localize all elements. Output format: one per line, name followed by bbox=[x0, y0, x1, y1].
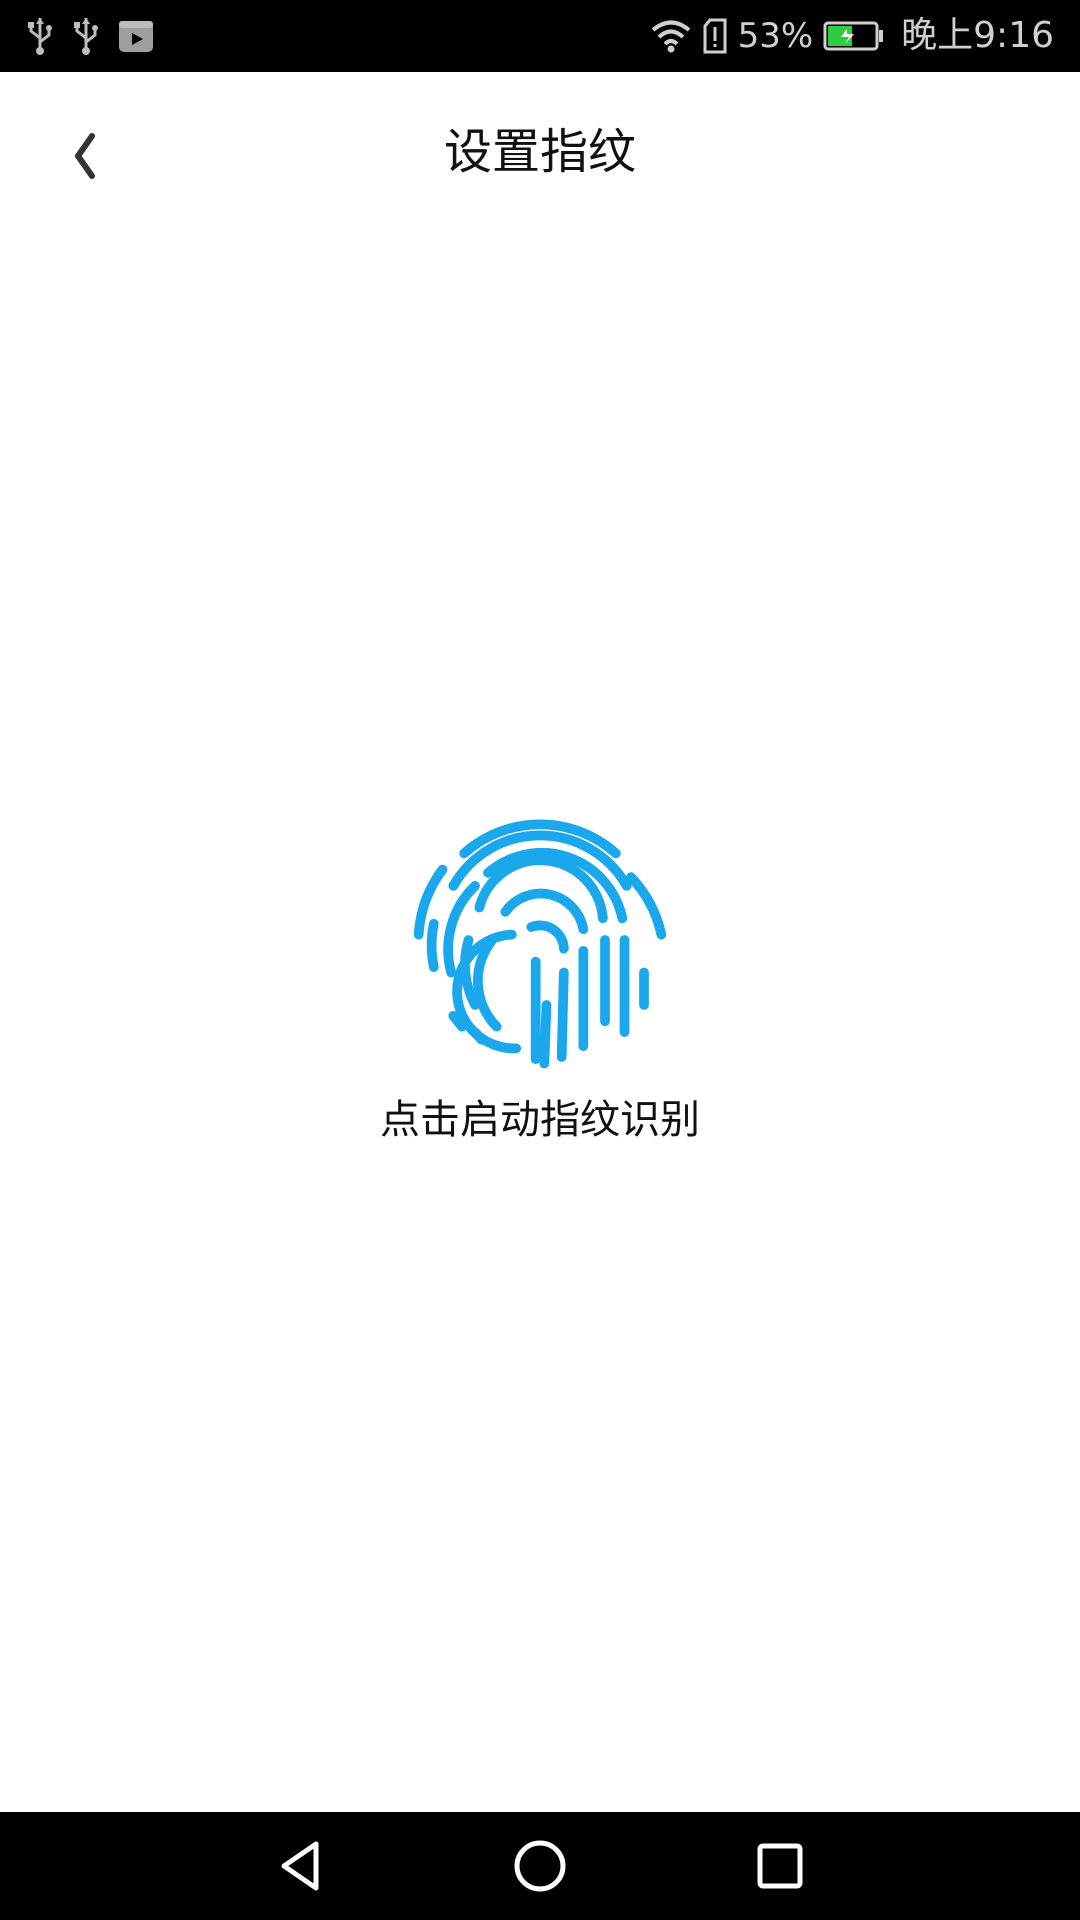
status-time: 晚上9:16 bbox=[901, 15, 1054, 56]
usb-icon bbox=[26, 16, 54, 56]
fingerprint-button[interactable] bbox=[390, 810, 690, 1070]
screen: 53% 晚上9:16 设置指纹 点击启动指纹识别 bbox=[0, 0, 1080, 1920]
nav-home-button[interactable] bbox=[500, 1826, 580, 1906]
usb-icon bbox=[72, 16, 100, 56]
back-triangle-icon bbox=[272, 1838, 328, 1894]
recents-square-icon bbox=[752, 1838, 808, 1894]
battery-percent: 53% bbox=[737, 16, 814, 56]
header: 设置指纹 bbox=[0, 72, 1080, 240]
video-icon bbox=[118, 18, 154, 54]
nav-recents-button[interactable] bbox=[740, 1826, 820, 1906]
fingerprint-icon bbox=[413, 819, 667, 1069]
sim-alert-icon bbox=[702, 18, 728, 54]
battery-charging-icon bbox=[823, 20, 885, 52]
status-right: 53% 晚上9:16 bbox=[650, 0, 1054, 72]
wifi-icon bbox=[650, 18, 692, 54]
nav-back-button[interactable] bbox=[260, 1826, 340, 1906]
navigation-bar bbox=[0, 1812, 1080, 1920]
home-circle-icon bbox=[512, 1838, 568, 1894]
status-left-icons bbox=[26, 16, 154, 56]
page-title: 设置指纹 bbox=[443, 124, 636, 180]
fingerprint-caption[interactable]: 点击启动指纹识别 bbox=[0, 1088, 1080, 1152]
status-bar: 53% 晚上9:16 bbox=[0, 0, 1080, 72]
